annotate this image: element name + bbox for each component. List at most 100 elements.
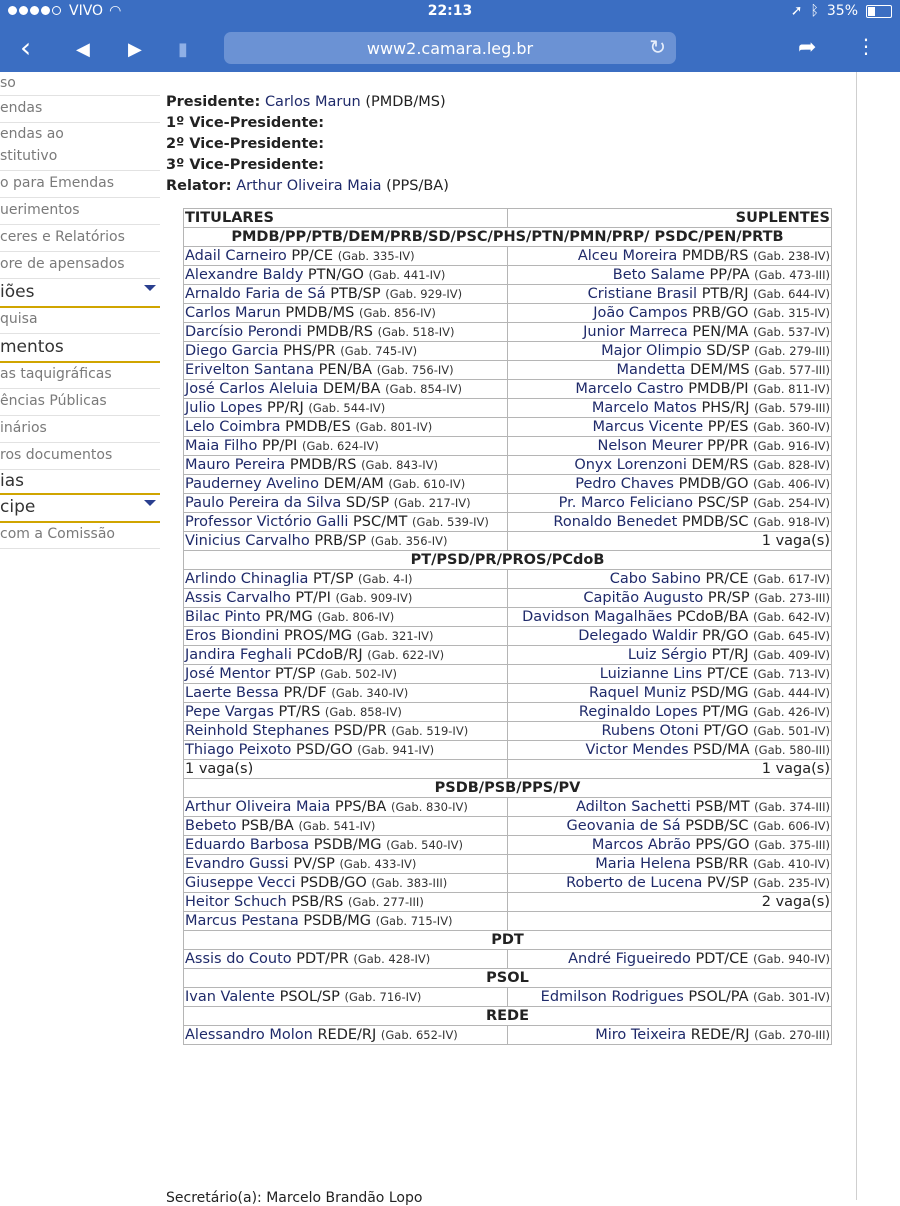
member-name-link[interactable]: Arnaldo Faria de Sá (185, 286, 326, 302)
member-name-link[interactable]: Davidson Magalhães (522, 609, 672, 625)
member-name-link[interactable]: Luizianne Lins (600, 666, 702, 682)
member-name-link[interactable]: Darcísio Perondi (185, 324, 302, 340)
member-name-link[interactable]: Rubens Otoni (601, 723, 698, 739)
member-name-link[interactable]: João Campos (593, 305, 687, 321)
party-block-row: PDT (183, 930, 832, 950)
member-name-link[interactable]: Alexandre Baldy (185, 267, 303, 283)
member-name-link[interactable]: Roberto de Lucena (566, 875, 702, 891)
sidebar-item[interactable]: quisa (0, 307, 160, 334)
member-name-link[interactable]: Adail Carneiro (185, 248, 287, 264)
member-name-link[interactable]: Delegado Waldir (578, 628, 697, 644)
member-name-link[interactable]: Maia Filho (185, 438, 257, 454)
back-arrow-icon[interactable]: ◀ (76, 36, 90, 64)
member-name-link[interactable]: Cristiane Brasil (588, 286, 697, 302)
member-name-link[interactable]: Miro Teixeira (595, 1027, 686, 1043)
member-name-link[interactable]: Reinhold Stephanes (185, 723, 329, 739)
sidebar-item[interactable]: ceres e Relatórios (0, 225, 160, 252)
officer-name-link[interactable]: Carlos Marun (265, 94, 361, 110)
member-name-link[interactable]: Edmilson Rodrigues (541, 989, 684, 1005)
sidebar-item[interactable]: iões (0, 279, 160, 308)
member-name-link[interactable]: Professor Victório Galli (185, 514, 348, 530)
member-name-link[interactable]: Giuseppe Vecci (185, 875, 296, 891)
forward-arrow-icon[interactable]: ▶ (128, 36, 142, 64)
member-name-link[interactable]: Mauro Pereira (185, 457, 285, 473)
member-name-link[interactable]: Cabo Sabino (610, 571, 701, 587)
sidebar-item[interactable]: inários (0, 416, 160, 443)
sidebar-item[interactable]: so (0, 72, 160, 96)
sidebar-item[interactable]: o para Emendas (0, 171, 160, 198)
member-name-link[interactable]: Luiz Sérgio (628, 647, 707, 663)
sidebar-item[interactable]: com a Comissão (0, 522, 160, 549)
member-name-link[interactable]: Alceu Moreira (578, 248, 677, 264)
member-name-link[interactable]: Paulo Pereira da Silva (185, 495, 341, 511)
sidebar-item[interactable]: ias (0, 470, 160, 495)
more-icon[interactable]: ⋮ (856, 32, 876, 60)
member-name-link[interactable]: Pepe Vargas (185, 704, 274, 720)
bookmark-icon[interactable]: ▮ (178, 36, 188, 64)
member-name-link[interactable]: Laerte Bessa (185, 685, 279, 701)
member-name-link[interactable]: Assis do Couto (185, 951, 292, 967)
member-name-link[interactable]: Raquel Muniz (589, 685, 686, 701)
sidebar-item[interactable]: endas ao stitutivo (0, 123, 160, 171)
sidebar-item[interactable]: mentos (0, 334, 160, 363)
member-name-link[interactable]: Victor Mendes (585, 742, 688, 758)
reload-icon[interactable]: ↻ (649, 35, 666, 59)
member-name-link[interactable]: Junior Marreca (583, 324, 688, 340)
member-name-link[interactable]: Capitão Augusto (583, 590, 703, 606)
member-name-link[interactable]: Mandetta (617, 362, 686, 378)
member-name-link[interactable]: Heitor Schuch (185, 894, 287, 910)
member-name-link[interactable]: Bebeto (185, 818, 237, 834)
member-name-link[interactable]: Marcelo Matos (592, 400, 697, 416)
member-name-link[interactable]: Assis Carvalho (185, 590, 291, 606)
member-name-link[interactable]: Reginaldo Lopes (579, 704, 698, 720)
dropdown-arrow-icon[interactable] (144, 285, 156, 291)
member-name-link[interactable]: André Figueiredo (568, 951, 691, 967)
sidebar-item[interactable]: cipe (0, 494, 160, 523)
member-name-link[interactable]: Thiago Peixoto (185, 742, 291, 758)
sidebar-item[interactable]: ências Públicas (0, 389, 160, 416)
officer-name-link[interactable]: Arthur Oliveira Maia (236, 178, 381, 194)
member-name-link[interactable]: Onyx Lorenzoni (574, 457, 687, 473)
member-name-link[interactable]: Pauderney Avelino (185, 476, 319, 492)
dropdown-arrow-icon[interactable] (144, 500, 156, 506)
member-name-link[interactable]: Beto Salame (613, 267, 705, 283)
member-name-link[interactable]: Alessandro Molon (185, 1027, 313, 1043)
member-name-link[interactable]: Geovania de Sá (567, 818, 681, 834)
address-bar[interactable]: www2.camara.leg.br ↻ (224, 32, 676, 64)
sidebar-item[interactable]: ros documentos (0, 443, 160, 470)
back-chevron-icon[interactable]: ‹ (20, 34, 31, 62)
member-name-link[interactable]: Diego Garcia (185, 343, 278, 359)
sidebar-item[interactable]: endas (0, 96, 160, 123)
member-name-link[interactable]: José Carlos Aleluia (185, 381, 318, 397)
member-name-link[interactable]: Ivan Valente (185, 989, 275, 1005)
member-name-link[interactable]: Arthur Oliveira Maia (185, 799, 330, 815)
member-name-link[interactable]: Ronaldo Benedet (553, 514, 677, 530)
member-name-link[interactable]: Arlindo Chinaglia (185, 571, 308, 587)
member-name-link[interactable]: Eros Biondini (185, 628, 279, 644)
member-name-link[interactable]: Adilton Sachetti (576, 799, 691, 815)
member-name-link[interactable]: Jandira Feghali (185, 647, 292, 663)
member-name-link[interactable]: Nelson Meurer (598, 438, 703, 454)
member-name-link[interactable]: Vinicius Carvalho (185, 533, 310, 549)
sidebar-item[interactable]: uerimentos (0, 198, 160, 225)
member-name-link[interactable]: Marcus Vicente (592, 419, 703, 435)
member-name-link[interactable]: Marcelo Castro (575, 381, 683, 397)
member-name-link[interactable]: Carlos Marun (185, 305, 281, 321)
member-name-link[interactable]: José Mentor (185, 666, 270, 682)
member-name-link[interactable]: Lelo Coimbra (185, 419, 280, 435)
member-name-link[interactable]: Pr. Marco Feliciano (559, 495, 693, 511)
member-name-link[interactable]: Bilac Pinto (185, 609, 261, 625)
member-party: PT/MG (702, 704, 749, 720)
member-name-link[interactable]: Eduardo Barbosa (185, 837, 309, 853)
member-name-link[interactable]: Marcus Pestana (185, 913, 299, 929)
member-name-link[interactable]: Major Olimpio (601, 343, 702, 359)
sidebar-item[interactable]: ore de apensados (0, 252, 160, 279)
member-name-link[interactable]: Erivelton Santana (185, 362, 314, 378)
sidebar-item[interactable]: as taquigráficas (0, 362, 160, 389)
member-name-link[interactable]: Maria Helena (595, 856, 691, 872)
member-name-link[interactable]: Evandro Gussi (185, 856, 289, 872)
share-icon[interactable]: ➦ (798, 34, 816, 62)
member-name-link[interactable]: Pedro Chaves (575, 476, 674, 492)
member-name-link[interactable]: Marcos Abrão (592, 837, 691, 853)
member-name-link[interactable]: Julio Lopes (185, 400, 262, 416)
